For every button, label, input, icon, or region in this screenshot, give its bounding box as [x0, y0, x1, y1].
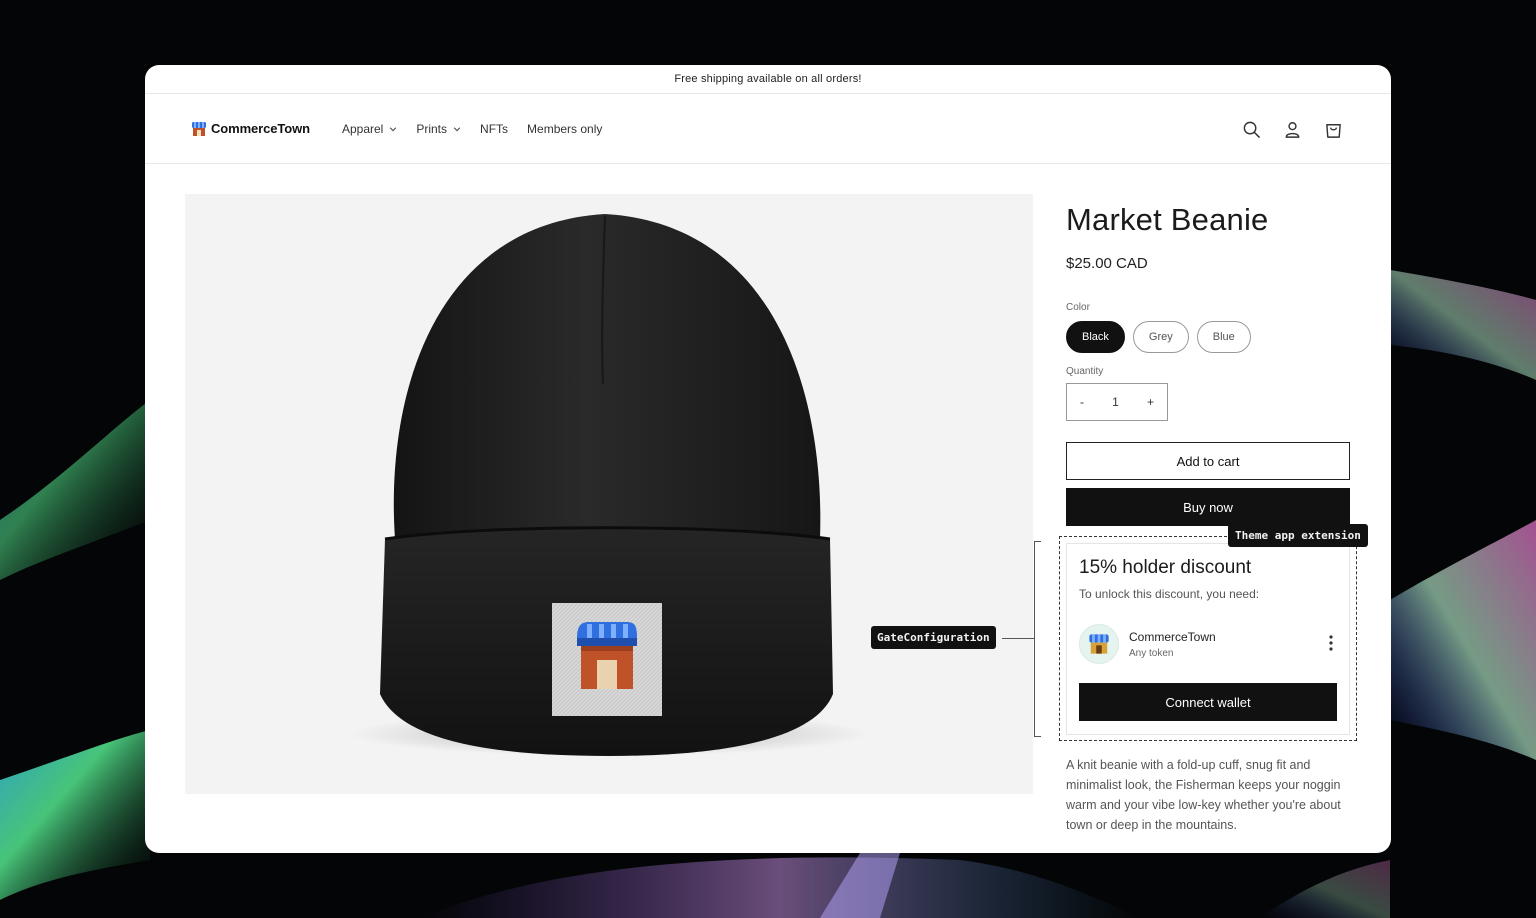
- nav-item-members-only[interactable]: Members only: [527, 122, 602, 136]
- nav-item-apparel[interactable]: Apparel: [342, 122, 397, 136]
- add-to-cart-button[interactable]: Add to cart: [1066, 442, 1350, 480]
- color-option-grey[interactable]: Grey: [1132, 321, 1189, 353]
- account-icon[interactable]: [1283, 120, 1302, 139]
- color-options: Black Grey Blue: [1066, 321, 1350, 353]
- product-image[interactable]: [185, 194, 1033, 794]
- main-nav: Apparel Prints NFTs Members only: [342, 122, 621, 136]
- nav-item-nfts[interactable]: NFTs: [480, 122, 508, 136]
- requirement-text: CommerceTown Any token: [1129, 630, 1216, 659]
- theme-app-extension-label: Theme app extension: [1228, 524, 1368, 547]
- nav-item-label: Apparel: [341, 121, 384, 136]
- nav-item-label: Prints: [416, 121, 448, 136]
- quantity-increment-button[interactable]: +: [1147, 395, 1154, 409]
- requirement-avatar: [1079, 624, 1119, 664]
- storefront-logo-icon: [1089, 634, 1109, 654]
- gate-requirement: CommerceTown Any token: [1079, 623, 1339, 665]
- requirement-name: CommerceTown: [1129, 629, 1216, 644]
- announcement-text: Free shipping available on all orders!: [674, 73, 862, 85]
- connect-wallet-button[interactable]: Connect wallet: [1079, 683, 1337, 721]
- chevron-down-icon: [453, 126, 461, 131]
- more-options-icon[interactable]: [1329, 635, 1333, 651]
- product-title: Market Beanie: [1066, 202, 1269, 237]
- store-window: Free shipping available on all orders! C…: [145, 65, 1391, 853]
- gate-configuration-label: GateConfiguration: [871, 626, 996, 649]
- gate-subtitle: To unlock this discount, you need:: [1079, 587, 1260, 601]
- storefront-logo-icon: [192, 121, 206, 136]
- nav-item-label: Members only: [527, 121, 603, 136]
- beanie-illustration: [349, 214, 869, 756]
- quantity-value[interactable]: 1: [1112, 395, 1119, 409]
- header-actions: [1242, 94, 1343, 164]
- product-description: A knit beanie with a fold-up cuff, snug …: [1066, 758, 1341, 832]
- gate-connector-line: [1002, 638, 1034, 639]
- site-header: CommerceTown Apparel Prints NFTs Members…: [145, 94, 1391, 164]
- search-icon[interactable]: [1242, 120, 1261, 139]
- color-label: Color: [1066, 302, 1090, 313]
- color-option-blue[interactable]: Blue: [1196, 321, 1251, 353]
- cart-icon[interactable]: [1324, 120, 1343, 139]
- chevron-down-icon: [390, 126, 397, 131]
- brand-logo[interactable]: CommerceTown: [191, 121, 310, 137]
- product-price: $25.00 CAD: [1066, 255, 1148, 272]
- announcement-bar: Free shipping available on all orders!: [145, 65, 1391, 94]
- product-info: Market Beanie $25.00 CAD Color Black Gre…: [1066, 194, 1350, 526]
- requirement-detail: Any token: [1129, 647, 1174, 659]
- gate-bracket: [1034, 541, 1041, 737]
- quantity-stepper: - 1 +: [1066, 383, 1168, 421]
- quantity-decrement-button[interactable]: -: [1080, 395, 1084, 409]
- nav-item-prints[interactable]: Prints: [416, 122, 461, 136]
- brand-name: CommerceTown: [211, 121, 310, 136]
- storefront-patch-icon: [577, 622, 637, 689]
- buy-now-button[interactable]: Buy now: [1066, 488, 1350, 526]
- gate-title: 15% holder discount: [1079, 557, 1252, 578]
- quantity-label: Quantity: [1066, 366, 1104, 377]
- color-option-black[interactable]: Black: [1066, 321, 1125, 353]
- token-gate-card: 15% holder discount To unlock this disco…: [1066, 543, 1350, 735]
- nav-item-label: NFTs: [480, 121, 509, 136]
